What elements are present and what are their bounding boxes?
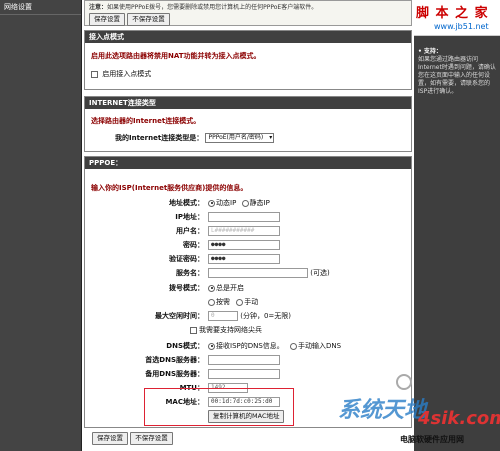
save-button-bottom[interactable]: 保存设置 [92,432,128,445]
pppoe-header: PPPOE： [85,157,411,169]
help-text: 如果您通过路由器访问Internet时遇到问题，请确认您在这页面中输入的任何设置… [418,56,496,95]
row-ip: IP地址： [84,211,412,223]
row-dial-mode: 拨号模式： 总是开启 [169,284,244,292]
row-idle-time: 最大空闲时间： 0 (分钟，0=无限) [155,311,292,321]
mac-address-input[interactable]: 00:1d:7d:c0:25:d0 [208,397,280,407]
service-name-input[interactable] [208,268,308,278]
connection-type-select[interactable]: PPPoE(用户名/密码) ▾ [205,133,275,143]
main-panel: 注意：如果使用PPPoE拨号，您需要删除或禁用您计算机上的任何PPPoE客户端软… [84,0,412,451]
top-notice: 注意：如果使用PPPoE拨号，您需要删除或禁用您计算机上的任何PPPoE客户端软… [84,0,412,26]
radio-dynamic-ip[interactable] [208,199,215,207]
row-dns2: 备用DNS服务器： [84,368,412,380]
help-title: • 支持： [418,48,442,55]
watermark-emblem-icon [396,374,412,390]
inet-desc: 选择路由器的Internet连接模式。 [91,117,201,125]
row-verify-password: 验证密码： ●●●● [84,253,412,265]
watermark-title: 脚 本 之 家 [416,6,489,21]
chevron-down-icon: ▾ [269,134,273,141]
idle-time-input[interactable]: 0 [208,311,238,321]
nosave-button-top[interactable]: 不保存设置 [127,13,170,26]
primary-dns-input[interactable] [208,355,280,365]
bottom-buttons: 保存设置 不保存设置 [92,432,173,445]
secondary-dns-input[interactable] [208,369,280,379]
watermark-subtitle: 电脑软硬件应用网 [400,435,464,444]
watermark-logo-b: 4sik.com [418,408,500,429]
clone-mac-button[interactable]: 复制计算机的MAC地址 [208,410,285,423]
left-nav: 网络设置 [0,0,82,451]
radio-dns-from-isp[interactable] [208,342,215,350]
inet-header: INTERNET连接类型 [85,97,411,109]
radio-on-demand[interactable] [208,298,215,306]
row-proxy: 我需要支持网络尖兵 [84,324,412,336]
inet-section: INTERNET连接类型 选择路由器的Internet连接模式。 我的Inter… [84,96,412,152]
ap-desc: 启用此选项路由器将禁用NAT功能并转为接入点模式。 [91,52,261,60]
ap-checkbox[interactable] [91,70,98,78]
row-username: 用户名： L########### [84,225,412,237]
password-input[interactable]: ●●●● [208,240,280,250]
notice-text: 注意：如果使用PPPoE拨号，您需要删除或禁用您计算机上的任何PPPoE客户端软… [89,4,318,11]
row-service-name: 服务名： (可选) [176,268,330,278]
watermark-logo-a: 系统天地 [338,398,427,423]
radio-always-on[interactable] [208,284,215,292]
row-dial-options: 按需 手动 [84,296,412,308]
radio-static-ip[interactable] [241,199,249,207]
watermark-url: www.jb51.net [434,22,489,31]
row-dns1: 首选DNS服务器： [84,354,412,366]
site-watermark-bottom: 系统天地 4sik.com 电脑软硬件应用网 [330,392,500,451]
verify-password-input[interactable]: ●●●● [208,254,280,264]
ip-address-input[interactable] [208,212,280,222]
help-panel: • 支持： 如果您通过路由器访问Internet时遇到问题，请确认您在这页面中输… [418,48,498,96]
site-watermark-top: 脚 本 之 家 www.jb51.net [414,0,500,36]
inet-type-label: 我的Internet连接类型是： [115,134,204,142]
radio-manual-dial[interactable] [236,298,244,306]
ap-checkbox-label: 启用接入点模式 [102,70,152,78]
row-dns-mode: DNS模式： 接收ISP的DNS信息。 手动输入DNS [166,342,342,350]
radio-dns-manual[interactable] [290,342,298,350]
row-password: 密码： ●●●● [84,239,412,251]
save-button-top[interactable]: 保存设置 [89,13,125,26]
nav-item-network-settings[interactable]: 网络设置 [0,0,81,15]
pppoe-intro: 输入你的ISP(Internet服务供应商)提供的信息。 [91,184,248,192]
username-input[interactable]: L########### [208,226,280,236]
network-proxy-checkbox[interactable] [190,326,197,334]
ap-section: 接入点模式 启用此选项路由器将禁用NAT功能并转为接入点模式。 启用接入点模式 [84,30,412,90]
row-addr-mode: 地址模式： 动态IP 静态IP [169,199,270,207]
nosave-button-bottom[interactable]: 不保存设置 [130,432,173,445]
ap-header: 接入点模式 [85,31,411,43]
